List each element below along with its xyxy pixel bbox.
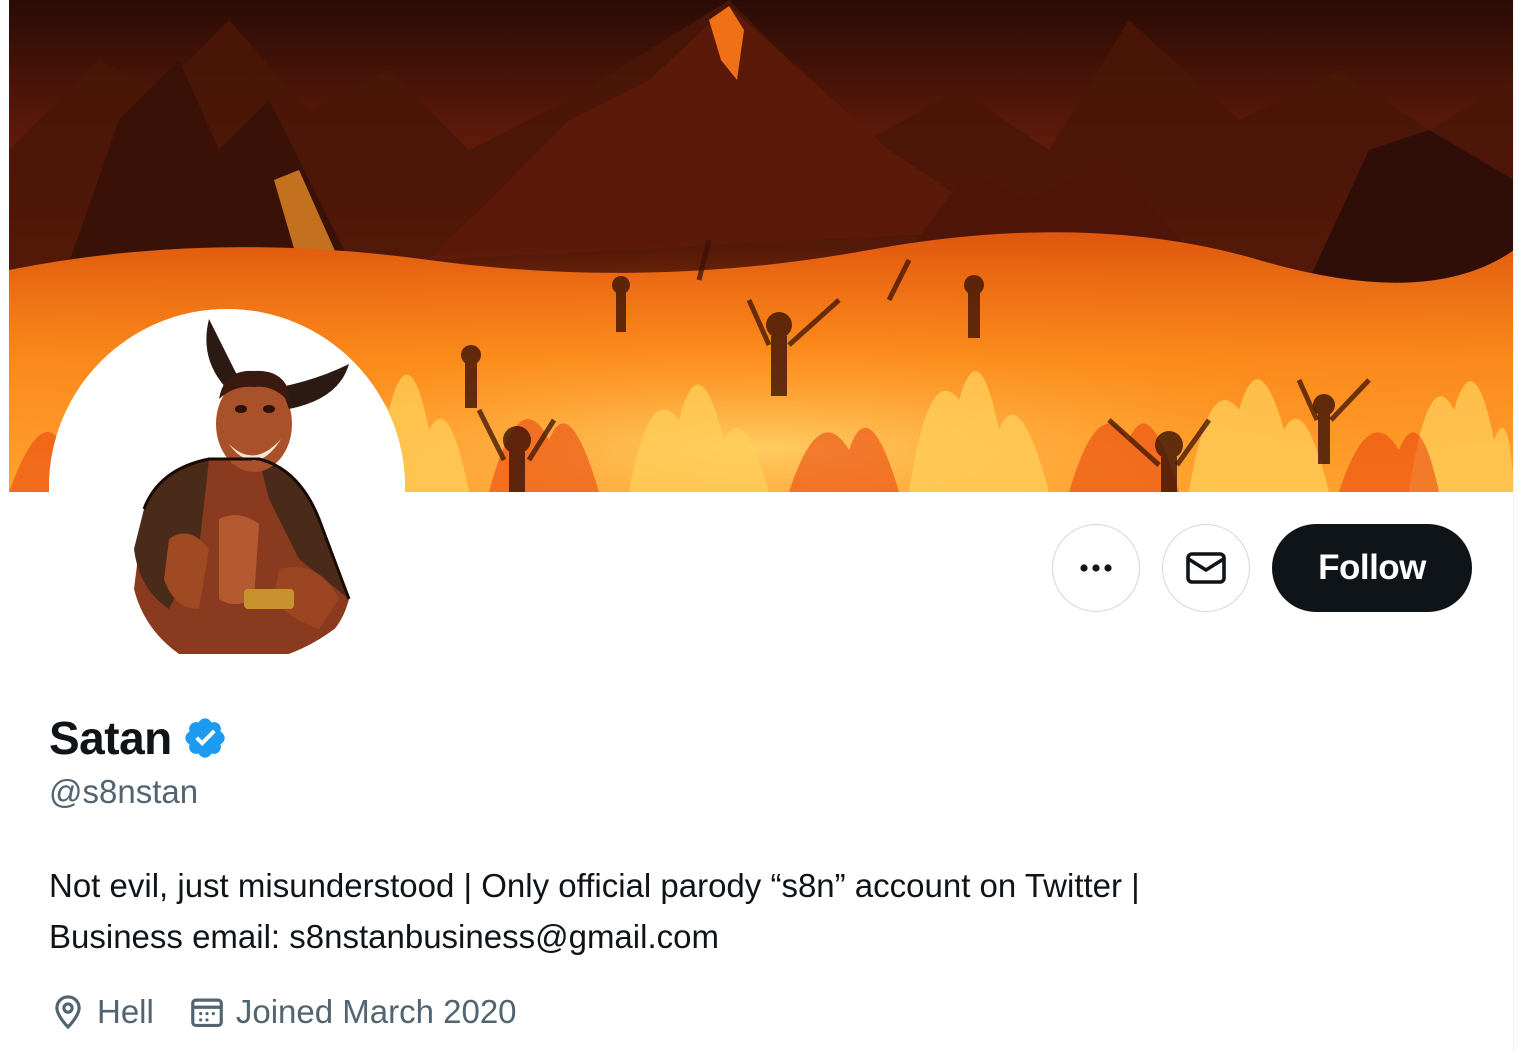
joined-text: Joined March 2020 xyxy=(235,993,517,1030)
profile-avatar[interactable] xyxy=(49,309,405,665)
profile-actions: Follow xyxy=(1052,524,1472,612)
location-pin-icon xyxy=(55,995,81,1030)
bio-line-2: Business email: s8nstanbusiness@gmail.co… xyxy=(49,918,719,955)
envelope-icon xyxy=(1186,552,1226,584)
avatar-demon-illustration xyxy=(49,309,405,665)
profile-handle: @s8nstan xyxy=(49,773,199,810)
bio-line-1: Not evil, just misunderstood | Only offi… xyxy=(49,867,1140,904)
more-icon xyxy=(1080,564,1112,572)
verified-badge-icon[interactable] xyxy=(182,715,228,761)
page-right-edge xyxy=(1513,0,1524,1052)
calendar-icon xyxy=(191,998,223,1028)
profile-page: Follow Satan @s8nstan Not evil, just mis… xyxy=(0,0,1524,1052)
profile-meta: Hell Joined March 2020 xyxy=(49,990,551,1034)
location-item: Hell xyxy=(49,990,154,1034)
display-name: Satan xyxy=(49,712,172,764)
follow-button[interactable]: Follow xyxy=(1272,524,1472,612)
location-text: Hell xyxy=(97,993,154,1030)
profile-name-row: Satan xyxy=(49,710,228,766)
message-button[interactable] xyxy=(1162,524,1250,612)
profile-bio: Not evil, just misunderstood | Only offi… xyxy=(49,860,1429,962)
more-button[interactable] xyxy=(1052,524,1140,612)
joined-item: Joined March 2020 xyxy=(188,990,517,1034)
